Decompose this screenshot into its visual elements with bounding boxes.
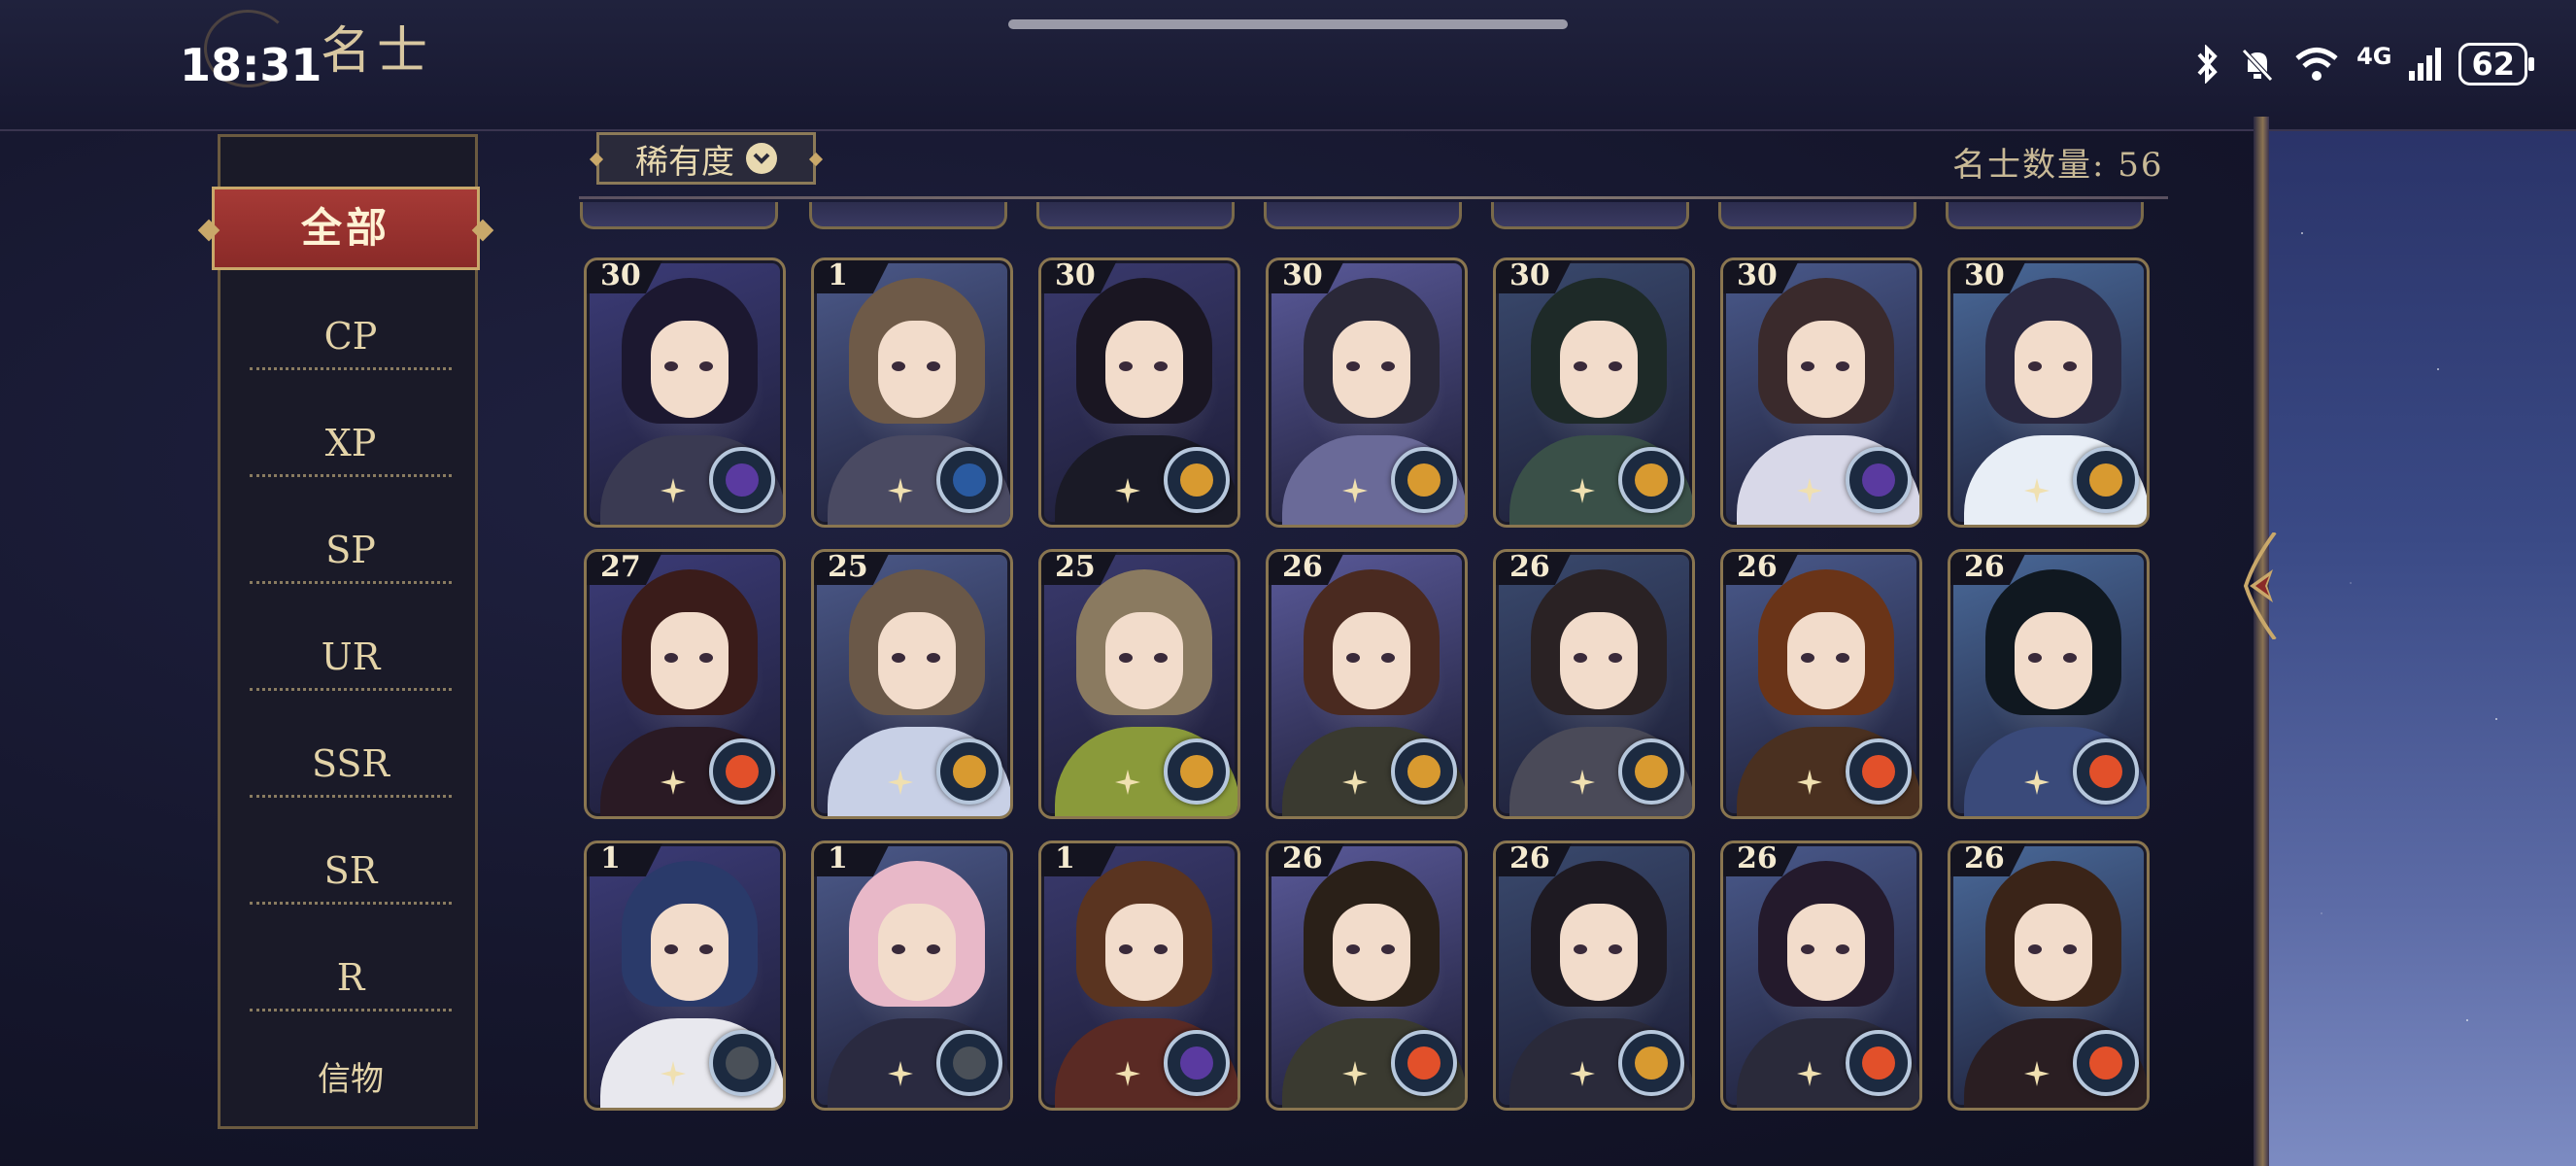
- character-card[interactable]: 1: [811, 840, 1013, 1111]
- chevron-down-icon: [746, 143, 777, 174]
- character-card[interactable]: 30: [1493, 257, 1695, 528]
- character-card[interactable]: 30: [1038, 257, 1240, 528]
- red-sun-icon: [1846, 1030, 1912, 1096]
- signal-icon: [2409, 48, 2442, 81]
- sort-label: 稀有度: [635, 142, 734, 182]
- top-bar: 名士 18:31 4G 62: [0, 0, 2576, 131]
- character-card[interactable]: 30: [1720, 257, 1922, 528]
- purple-moon-icon: [1846, 447, 1912, 513]
- gold-moon-icon: [1618, 738, 1684, 805]
- character-card[interactable]: 25: [811, 549, 1013, 819]
- bluetooth-icon: [2197, 45, 2218, 84]
- character-card[interactable]: 1: [584, 840, 786, 1111]
- sidebar-item-r[interactable]: R: [250, 943, 452, 1012]
- card-partial[interactable]: [1491, 202, 1689, 229]
- character-card[interactable]: 26: [1720, 840, 1922, 1111]
- character-card[interactable]: 30: [1266, 257, 1468, 528]
- sidebar-item-sp[interactable]: SP: [250, 516, 452, 584]
- character-card[interactable]: 26: [1948, 549, 2150, 819]
- character-card[interactable]: 1: [1038, 840, 1240, 1111]
- sidebar-item-sr[interactable]: SR: [250, 837, 452, 905]
- purple-moon-icon: [709, 447, 775, 513]
- character-card[interactable]: 26: [1720, 549, 1922, 819]
- gold-moon-icon: [1391, 447, 1457, 513]
- red-sun-icon: [2073, 1030, 2139, 1096]
- red-sun-icon: [1846, 738, 1912, 805]
- status-time: 18:31: [180, 39, 322, 91]
- status-icons: 4G 62: [2195, 43, 2534, 86]
- card-partial[interactable]: [1036, 202, 1235, 229]
- page-title: 名士: [321, 22, 434, 81]
- rarity-sidebar: CP XP SP UR SSR SR R 信物: [218, 134, 478, 1129]
- red-sun-icon: [709, 738, 775, 805]
- gold-moon-icon: [936, 738, 1002, 805]
- arrow-left-icon: [2243, 532, 2277, 639]
- gold-moon-icon: [1164, 738, 1230, 805]
- card-partial[interactable]: [1718, 202, 1916, 229]
- blue-eye-icon: [936, 447, 1002, 513]
- character-card[interactable]: 25: [1038, 549, 1240, 819]
- gold-moon-icon: [2073, 447, 2139, 513]
- gold-moon-icon: [1164, 447, 1230, 513]
- character-card[interactable]: 26: [1948, 840, 2150, 1111]
- character-card[interactable]: 30: [584, 257, 786, 528]
- scrolled-card-row: [580, 202, 2157, 229]
- battery-indicator: 62: [2458, 43, 2534, 86]
- red-sun-icon: [1391, 1030, 1457, 1096]
- gesture-bar[interactable]: [1008, 19, 1568, 29]
- character-card[interactable]: 26: [1493, 549, 1695, 819]
- character-card[interactable]: 30: [1948, 257, 2150, 528]
- sidebar-item-ur[interactable]: UR: [250, 623, 452, 691]
- sidebar-item-cp[interactable]: CP: [250, 302, 452, 370]
- gold-moon-icon: [1391, 738, 1457, 805]
- character-card[interactable]: 26: [1493, 840, 1695, 1111]
- header-divider: [579, 196, 2168, 199]
- card-partial[interactable]: [1946, 202, 2144, 229]
- card-partial[interactable]: [1264, 202, 1462, 229]
- card-partial[interactable]: [809, 202, 1007, 229]
- character-card[interactable]: 27: [584, 549, 786, 819]
- sidebar-item-all[interactable]: 全部: [212, 187, 480, 270]
- character-card[interactable]: 26: [1266, 840, 1468, 1111]
- purple-moon-icon: [1164, 1030, 1230, 1096]
- character-card[interactable]: 26: [1266, 549, 1468, 819]
- collapse-panel-button[interactable]: [2236, 532, 2285, 639]
- gold-moon-icon: [1618, 1030, 1684, 1096]
- mute-bell-icon: [2242, 49, 2273, 82]
- red-sun-icon: [2073, 738, 2139, 805]
- sort-dropdown[interactable]: 稀有度: [596, 132, 816, 185]
- network-type-label: 4G: [2356, 43, 2392, 70]
- panel-edge: [2254, 117, 2269, 1166]
- grey-compass-icon: [936, 1030, 1002, 1096]
- card-partial[interactable]: [580, 202, 778, 229]
- grey-compass-icon: [709, 1030, 775, 1096]
- gold-moon-icon: [1618, 447, 1684, 513]
- character-card[interactable]: 1: [811, 257, 1013, 528]
- starry-background: [2263, 117, 2576, 1166]
- sidebar-item-ssr[interactable]: SSR: [250, 730, 452, 798]
- sidebar-item-xp[interactable]: XP: [250, 409, 452, 477]
- character-count: 名士数量: 56: [1952, 146, 2164, 185]
- wifi-icon: [2295, 48, 2338, 81]
- sidebar-item-token[interactable]: 信物: [250, 1046, 452, 1114]
